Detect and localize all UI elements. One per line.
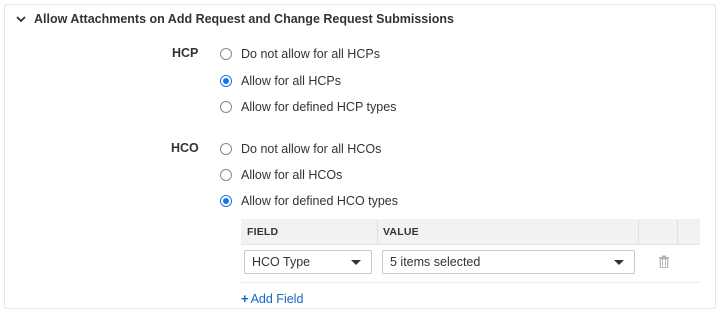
plus-icon: + <box>241 291 249 306</box>
row-divider <box>241 282 700 283</box>
hcp-option-allow-all[interactable]: Allow for all HCPs <box>220 74 341 88</box>
radio-label: Do not allow for all HCPs <box>241 47 380 61</box>
field-table: FIELD VALUE HCO Type 5 items selected <box>241 219 700 285</box>
table-header: FIELD VALUE <box>241 219 700 245</box>
column-divider <box>377 219 378 244</box>
value-multiselect[interactable]: 5 items selected <box>382 250 635 274</box>
column-divider <box>638 219 639 244</box>
radio-button[interactable] <box>220 169 232 181</box>
caret-down-icon <box>614 260 624 265</box>
field-select-value: HCO Type <box>252 255 311 269</box>
section-title: Allow Attachments on Add Request and Cha… <box>34 12 454 26</box>
radio-button-checked[interactable] <box>220 75 232 87</box>
hcp-option-allow-defined[interactable]: Allow for defined HCP types <box>220 100 396 114</box>
section-header[interactable]: Allow Attachments on Add Request and Cha… <box>14 12 454 26</box>
radio-button[interactable] <box>220 143 232 155</box>
radio-label: Allow for all HCPs <box>241 74 342 88</box>
hco-option-allow-defined[interactable]: Allow for defined HCO types <box>220 194 398 208</box>
radio-label: Allow for defined HCP types <box>241 100 397 114</box>
add-field-link[interactable]: + Add Field <box>241 291 303 306</box>
radio-label: Allow for defined HCO types <box>241 194 399 208</box>
radio-label: Do not allow for all HCOs <box>241 142 382 156</box>
add-field-label: Add Field <box>250 291 304 306</box>
chevron-down-icon[interactable] <box>14 12 28 26</box>
trash-icon[interactable] <box>658 255 672 269</box>
radio-label: Allow for all HCOs <box>241 168 343 182</box>
hcp-label: HCP <box>172 46 199 60</box>
caret-down-icon <box>351 260 361 265</box>
column-divider <box>677 219 678 244</box>
hco-option-allow-all[interactable]: Allow for all HCOs <box>220 168 342 182</box>
hcp-option-do-not-allow[interactable]: Do not allow for all HCPs <box>220 47 380 61</box>
column-header-value: VALUE <box>383 226 419 238</box>
hco-label: HCO <box>171 141 199 155</box>
column-header-field: FIELD <box>247 226 279 238</box>
radio-button[interactable] <box>220 101 232 113</box>
value-select-text: 5 items selected <box>390 255 481 269</box>
radio-button[interactable] <box>220 48 232 60</box>
hco-option-do-not-allow[interactable]: Do not allow for all HCOs <box>220 142 381 156</box>
radio-button-checked[interactable] <box>220 195 232 207</box>
field-select[interactable]: HCO Type <box>244 250 372 274</box>
